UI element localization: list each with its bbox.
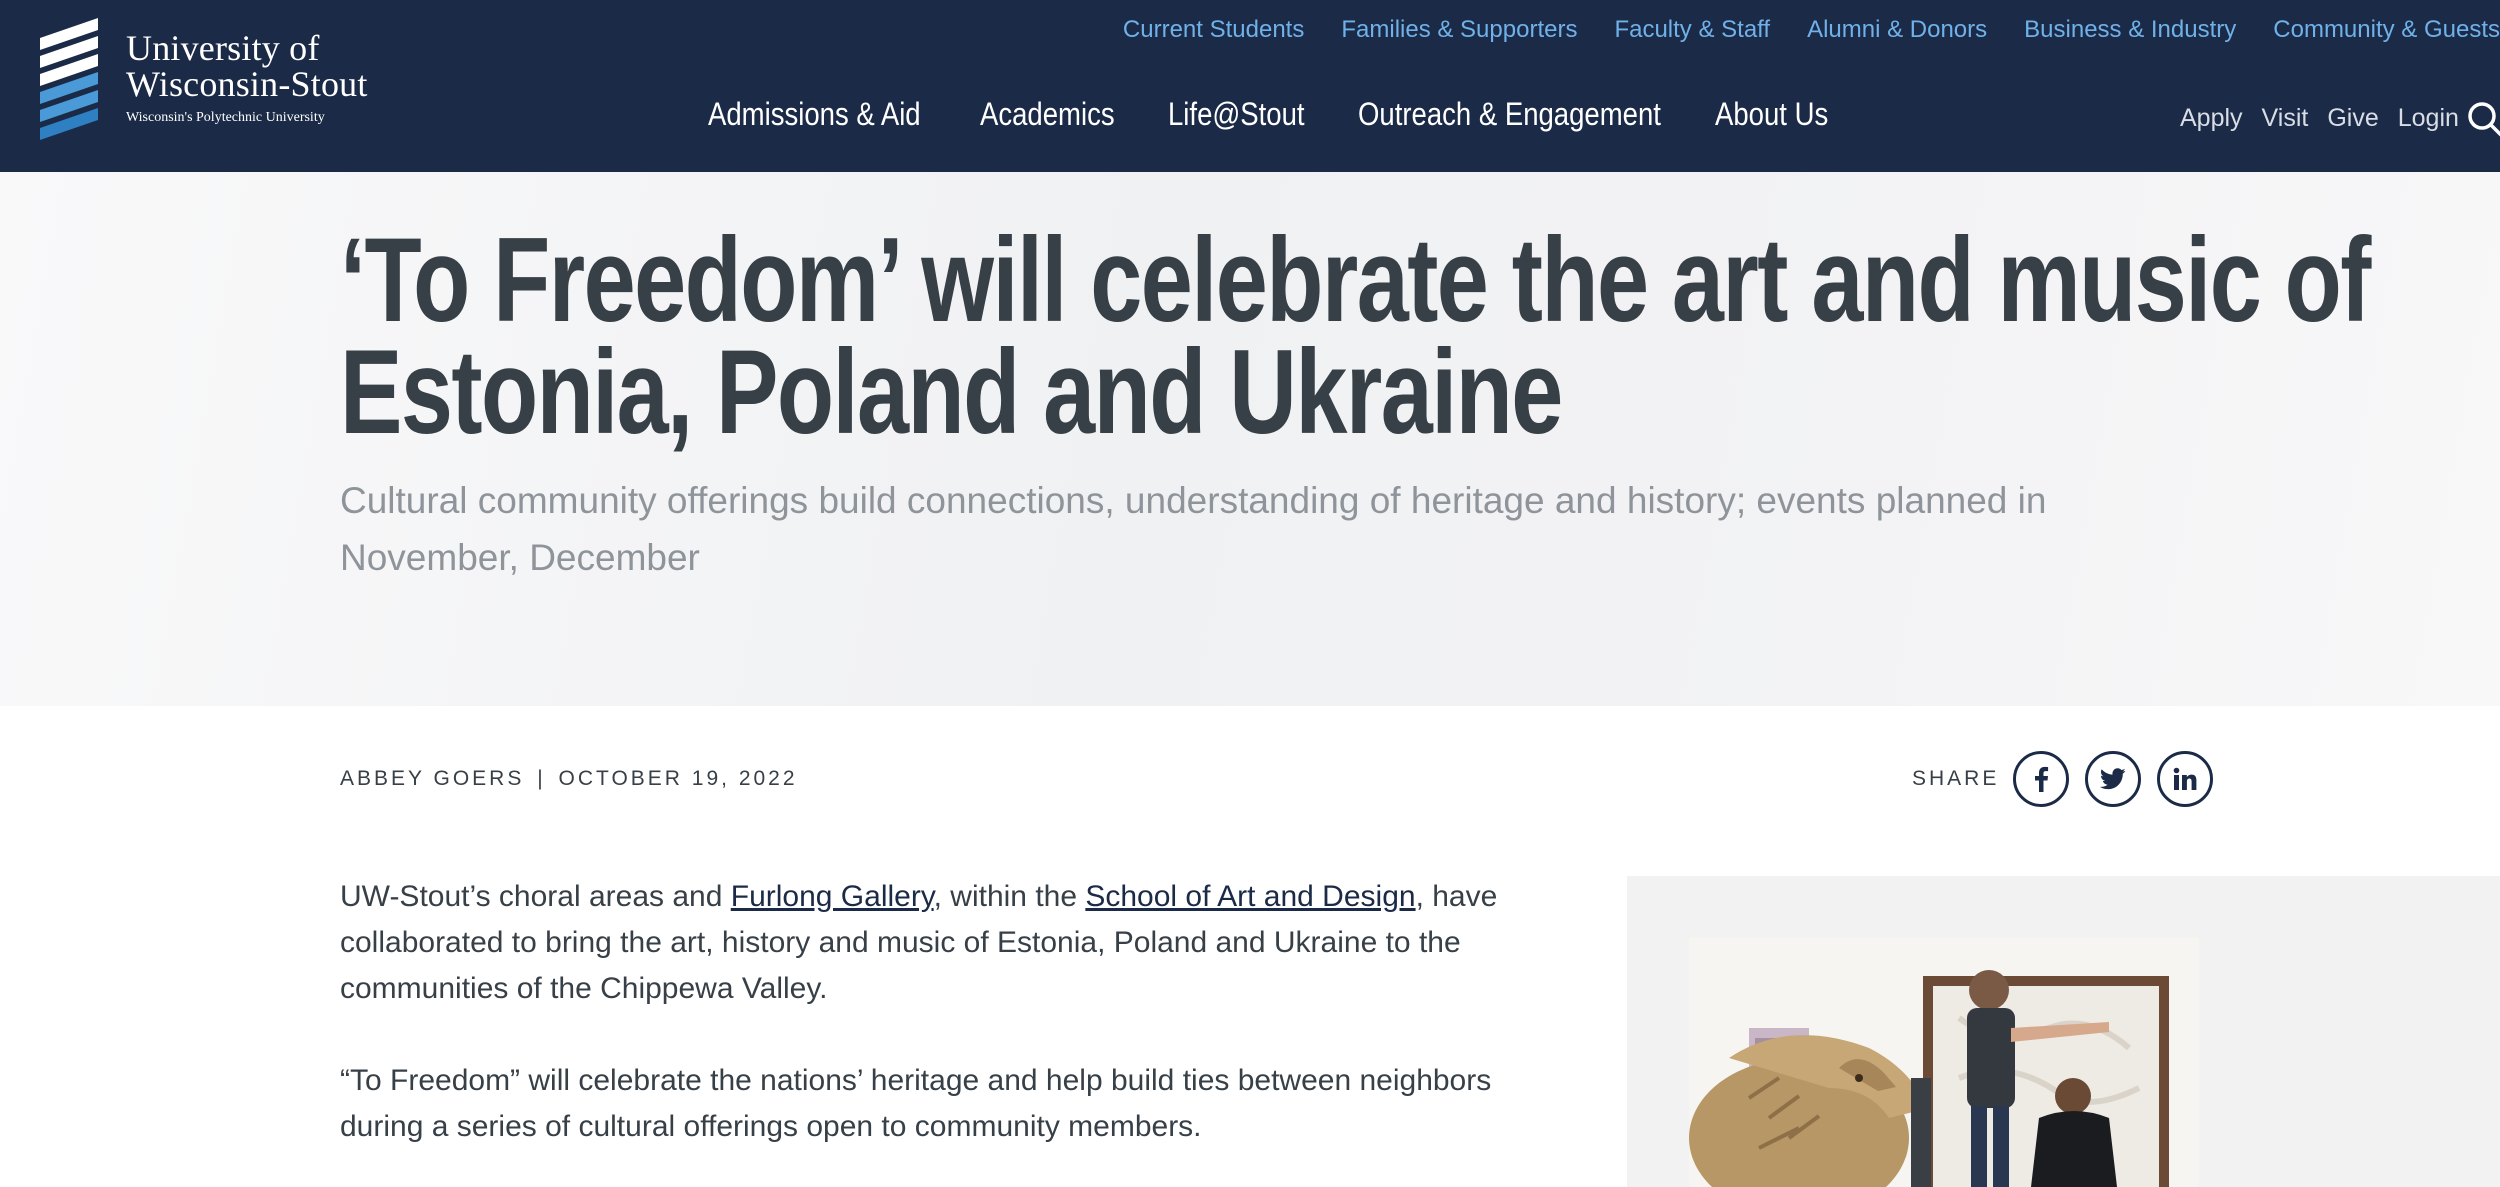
- article-hero: ‘To Freedom’ will celebrate the art and …: [0, 172, 2500, 706]
- main-nav-about-us[interactable]: About Us: [1715, 96, 1828, 133]
- main-nav-academics[interactable]: Academics: [980, 96, 1115, 133]
- utility-link-families[interactable]: Families & Supporters: [1341, 16, 1577, 44]
- twitter-icon: [2100, 768, 2126, 790]
- p1-text-start: UW-Stout’s choral areas and: [340, 880, 731, 913]
- byline-date: OCTOBER 19, 2022: [558, 767, 798, 790]
- logo-tagline: Wisconsin's Polytechnic University: [126, 110, 325, 125]
- search-button[interactable]: [2466, 100, 2500, 138]
- share-label: SHARE: [1912, 767, 2000, 790]
- give-link[interactable]: Give: [2327, 104, 2378, 133]
- utility-link-business-industry[interactable]: Business & Industry: [2024, 16, 2236, 44]
- furlong-gallery-link[interactable]: Furlong Gallery: [731, 880, 934, 913]
- article-subtitle: Cultural community offerings build conne…: [340, 480, 2047, 578]
- visit-link[interactable]: Visit: [2262, 104, 2309, 133]
- p1-text-middle: , within the: [933, 880, 1086, 913]
- share-facebook-button[interactable]: [2013, 751, 2070, 807]
- article-body: UW-Stout’s choral areas and Furlong Gall…: [340, 874, 1580, 1187]
- article-title-line-2: Estonia, Poland and Ukraine: [340, 325, 1563, 459]
- utility-link-community-guests[interactable]: Community & Guests: [2273, 16, 2500, 44]
- share-twitter-button[interactable]: [2085, 751, 2142, 807]
- university-logo[interactable]: University of Wisconsin-Stout Wisconsin'…: [36, 16, 368, 140]
- utility-nav: Current Students Families & Supporters F…: [1086, 16, 2500, 44]
- photo-illustration: [1689, 938, 2199, 1187]
- logo-mark-icon: [40, 18, 98, 140]
- logo-line-1: University of: [126, 28, 320, 68]
- article-title: ‘To Freedom’ will celebrate the art and …: [340, 213, 2371, 459]
- search-icon: [2468, 102, 2500, 137]
- school-of-art-design-link[interactable]: School of Art and Design: [1085, 880, 1415, 913]
- article-paragraph-1: UW-Stout’s choral areas and Furlong Gall…: [340, 874, 1580, 1012]
- site-header: University of Wisconsin-Stout Wisconsin'…: [0, 0, 2500, 172]
- linkedin-icon: [2174, 767, 2197, 790]
- article-paragraph-2: “To Freedom” will celebrate the nations’…: [340, 1064, 1492, 1143]
- byline-author: ABBEY GOERS: [340, 767, 525, 790]
- byline-separator: |: [537, 767, 546, 790]
- login-link[interactable]: Login: [2398, 104, 2459, 133]
- action-nav: Apply Visit Give Login: [2180, 104, 2478, 133]
- share-bar: SHARE: [1912, 751, 2214, 807]
- share-linkedin-button[interactable]: [2157, 751, 2214, 807]
- logo-wordmark: University of Wisconsin-Stout Wisconsin'…: [126, 30, 368, 128]
- logo-line-2: Wisconsin-Stout: [126, 64, 368, 104]
- article-title-line-1: ‘To Freedom’ will celebrate the art and …: [340, 213, 2371, 347]
- utility-link-current-students[interactable]: Current Students: [1123, 16, 1304, 44]
- apply-link[interactable]: Apply: [2180, 104, 2243, 133]
- main-nav-outreach[interactable]: Outreach & Engagement: [1358, 96, 1661, 133]
- main-nav-life-at-stout[interactable]: Life@Stout: [1168, 96, 1305, 133]
- main-nav: Admissions & Aid Academics Life@Stout Ou…: [708, 96, 1889, 133]
- facebook-icon: [2035, 766, 2049, 792]
- article-photo: [1689, 938, 2199, 1187]
- byline: ABBEY GOERS | OCTOBER 19, 2022: [340, 767, 798, 791]
- utility-link-faculty-staff[interactable]: Faculty & Staff: [1614, 16, 1770, 44]
- sidebar-figure-panel: [1627, 876, 2500, 1187]
- utility-link-alumni-donors[interactable]: Alumni & Donors: [1807, 16, 1987, 44]
- main-nav-admissions[interactable]: Admissions & Aid: [708, 96, 921, 133]
